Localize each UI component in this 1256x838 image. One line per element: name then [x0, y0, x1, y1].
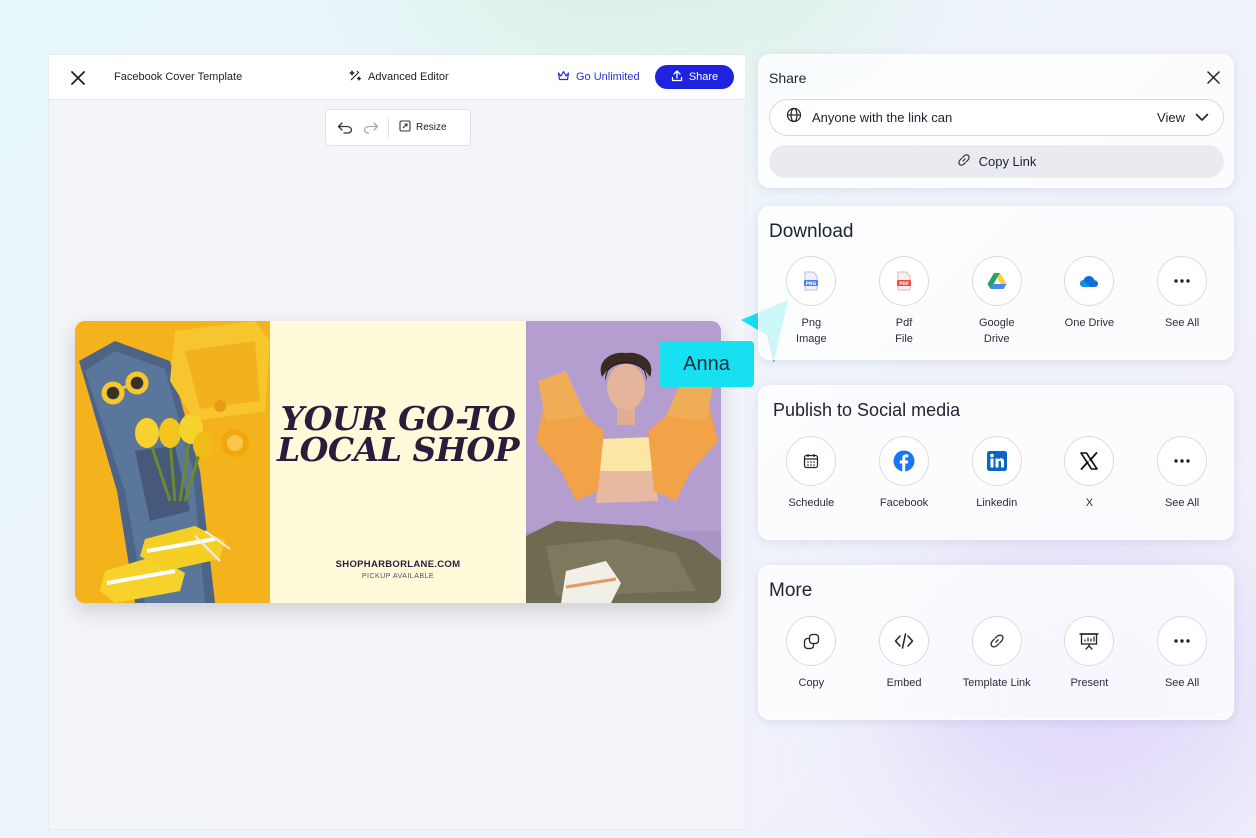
permission-text: Anyone with the link can — [812, 110, 953, 125]
google-drive-icon — [971, 256, 1022, 306]
crown-icon — [557, 70, 570, 84]
editor-topbar: Facebook Cover Template Advanced Editor … — [49, 55, 745, 100]
resize-icon — [399, 120, 411, 135]
copy-icon — [786, 616, 837, 666]
collaborator-name-tag: Anna — [659, 341, 754, 387]
publish-facebook-label: Facebook — [879, 497, 929, 509]
pdf-file-icon: PDF — [879, 256, 930, 306]
share-button[interactable]: Share — [655, 65, 734, 89]
close-icon[interactable] — [1203, 67, 1223, 87]
publish-linkedin-label: Linkedin — [976, 497, 1018, 509]
more-icon — [1157, 256, 1208, 306]
more-icon — [1157, 436, 1208, 486]
more-title: More — [769, 580, 813, 601]
more-copy-label: Copy — [798, 677, 825, 689]
advanced-editor-label: Advanced Editor — [368, 71, 449, 83]
share-panel-title: Share — [769, 70, 807, 86]
download-card: Download PNG Png Image PDF Pdf File Goog… — [758, 206, 1234, 360]
chevron-down-icon — [1195, 109, 1209, 127]
link-icon — [971, 616, 1022, 666]
more-present-option[interactable]: Present — [1043, 616, 1136, 691]
resize-label: Resize — [416, 122, 447, 133]
publish-schedule-label: Schedule — [788, 497, 835, 509]
banner-headline: YOUR GO-TO LOCAL SHOP — [270, 402, 526, 469]
more-see-all-option[interactable]: See All — [1136, 616, 1229, 691]
download-pdf-option[interactable]: PDF Pdf File — [858, 256, 951, 347]
embed-icon — [879, 616, 930, 666]
link-permission-select[interactable]: Anyone with the link can View — [769, 99, 1224, 136]
banner-pickup-text: PICKUP AVAILABLE — [361, 573, 435, 580]
flatlay-photo — [75, 321, 270, 603]
publish-x-option[interactable]: X — [1043, 436, 1136, 511]
close-icon[interactable] — [67, 67, 89, 89]
banner-website: SHOPHARBORLANE.COM — [335, 559, 461, 570]
download-pdf-label: Pdf File — [895, 317, 913, 345]
go-unlimited-button[interactable]: Go Unlimited — [557, 67, 640, 87]
linkedin-icon — [971, 436, 1022, 486]
onedrive-icon — [1064, 256, 1115, 306]
headline-line-2: LOCAL SHOP — [276, 430, 520, 469]
x-icon — [1064, 436, 1115, 486]
toolbar-divider — [388, 116, 389, 139]
png-file-icon: PNG — [786, 256, 837, 306]
go-unlimited-label: Go Unlimited — [576, 71, 640, 83]
editor-panel: Facebook Cover Template Advanced Editor … — [48, 54, 746, 830]
more-template-link-label: Template Link — [962, 677, 1031, 689]
resize-button[interactable]: Resize — [399, 120, 447, 135]
more-icon — [1157, 616, 1208, 666]
calendar-icon — [786, 436, 837, 486]
copy-link-button[interactable]: Copy Link — [769, 145, 1224, 178]
advanced-editor-button[interactable]: Advanced Editor — [349, 67, 449, 87]
download-title: Download — [769, 221, 854, 242]
download-onedrive-label: One Drive — [1064, 317, 1115, 329]
download-onedrive-option[interactable]: One Drive — [1043, 256, 1136, 347]
upload-icon — [671, 69, 683, 85]
publish-linkedin-option[interactable]: Linkedin — [950, 436, 1043, 511]
more-copy-option[interactable]: Copy — [765, 616, 858, 691]
publish-card: Publish to Social media Schedule Faceboo… — [758, 385, 1234, 540]
publish-x-label: X — [1085, 497, 1094, 509]
banner-text-area: YOUR GO-TO LOCAL SHOP SHOPHARBORLANE.COM… — [270, 321, 526, 603]
more-embed-label: Embed — [886, 677, 922, 689]
download-see-all-option[interactable]: See All — [1136, 256, 1229, 347]
magic-wand-icon — [349, 69, 362, 85]
publish-options: Schedule Facebook Linkedin X See All — [759, 436, 1235, 511]
share-card: Share Anyone with the link can View Copy… — [758, 54, 1234, 188]
more-see-all-label: See All — [1164, 677, 1200, 689]
download-options: PNG Png Image PDF Pdf File Google Drive … — [759, 256, 1235, 347]
publish-facebook-option[interactable]: Facebook — [858, 436, 951, 511]
download-google-drive-label: Google Drive — [978, 317, 1015, 345]
link-icon — [957, 153, 971, 170]
more-embed-option[interactable]: Embed — [858, 616, 951, 691]
more-card: More Copy Embed Template Link Present Se… — [758, 565, 1234, 720]
download-see-all-label: See All — [1164, 317, 1200, 329]
publish-title: Publish to Social media — [773, 400, 961, 420]
download-png-option[interactable]: PNG Png Image — [765, 256, 858, 347]
share-button-label: Share — [688, 71, 719, 83]
publish-see-all-option[interactable]: See All — [1136, 436, 1229, 511]
copy-link-label: Copy Link — [978, 154, 1037, 169]
document-title: Facebook Cover Template — [114, 71, 243, 83]
permission-value: View — [1157, 110, 1185, 125]
redo-icon[interactable] — [360, 117, 382, 139]
publish-schedule-option[interactable]: Schedule — [765, 436, 858, 511]
globe-icon — [786, 107, 802, 128]
more-present-label: Present — [1070, 677, 1109, 689]
svg-text:PDF: PDF — [899, 281, 909, 287]
svg-text:PNG: PNG — [806, 281, 817, 287]
facebook-icon — [879, 436, 930, 486]
more-options: Copy Embed Template Link Present See All — [759, 616, 1235, 691]
facebook-cover-design[interactable]: YOUR GO-TO LOCAL SHOP SHOPHARBORLANE.COM… — [75, 321, 721, 603]
undo-icon[interactable] — [334, 117, 356, 139]
canvas-toolbar: Resize — [325, 109, 471, 146]
present-icon — [1064, 616, 1115, 666]
download-google-drive-option[interactable]: Google Drive — [950, 256, 1043, 347]
publish-see-all-label: See All — [1164, 497, 1200, 509]
more-template-link-option[interactable]: Template Link — [950, 616, 1043, 691]
download-png-label: Png Image — [796, 317, 827, 345]
